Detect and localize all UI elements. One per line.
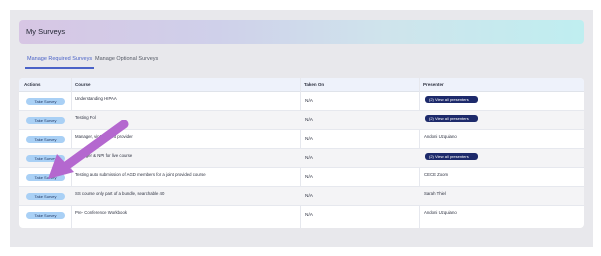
tab-manage-optional-surveys[interactable]: Manage Optional Surveys <box>95 56 158 62</box>
taken-on-value: N/A <box>305 175 313 180</box>
view-all-presenters-button[interactable]: (2) View all presenters <box>425 96 478 103</box>
take-survey-button[interactable]: Take Survey <box>26 193 65 200</box>
table-header: Actions Course Taken On Presenter <box>19 78 584 92</box>
view-all-presenters-button[interactable]: (2) View all presenters <box>425 115 478 122</box>
course-name: Manager, vinSal Joint provider <box>75 134 133 139</box>
course-name: SS course only part of a bundle, searcha… <box>75 191 165 196</box>
course-name: Testing auto submission of AGD members f… <box>75 172 206 177</box>
table-row: Take Survey Manager & NPI for live cours… <box>19 149 584 168</box>
take-survey-button[interactable]: Take Survey <box>26 174 65 181</box>
column-header-actions: Actions <box>24 82 41 87</box>
tab-manage-required-surveys[interactable]: Manage Required Surveys <box>24 56 95 69</box>
course-name: Pre- Conference Workbook <box>75 210 127 215</box>
course-name: Understanding HIPAA <box>75 96 117 101</box>
taken-on-value: N/A <box>305 194 313 199</box>
table-row: Take Survey SS course only part of a bun… <box>19 187 584 206</box>
take-survey-button[interactable]: Take Survey <box>26 212 65 219</box>
take-survey-button[interactable]: Take Survey <box>26 98 65 105</box>
surveys-table: Actions Course Taken On Presenter Take S… <box>19 78 584 228</box>
take-survey-button[interactable]: Take Survey <box>26 117 65 124</box>
view-all-presenters-button[interactable]: (2) View all presenters <box>425 153 478 160</box>
take-survey-button[interactable]: Take Survey <box>26 136 65 143</box>
course-name: Testing Fol <box>75 115 96 120</box>
presenter-name: CECE Zoom <box>424 172 449 177</box>
taken-on-value: N/A <box>305 99 313 104</box>
table-row: Take Survey Testing Fol N/A (2) View all… <box>19 111 584 130</box>
taken-on-value: N/A <box>305 213 313 218</box>
taken-on-value: N/A <box>305 118 313 123</box>
taken-on-value: N/A <box>305 156 313 161</box>
table-row: Take Survey Manager, vinSal Joint provid… <box>19 130 584 149</box>
presenter-name: Andoni Uzquiano <box>424 210 457 215</box>
page-title: My Surveys <box>26 27 66 36</box>
take-survey-button[interactable]: Take Survey <box>26 155 65 162</box>
tab-bar: Manage Required Surveys Manage Optional … <box>19 53 584 69</box>
table-row: Take Survey Understanding HIPAA N/A (2) … <box>19 92 584 111</box>
table-row: Take Survey Pre- Conference Workbook N/A… <box>19 206 584 225</box>
presenter-name: Andoni Uzquiano <box>424 134 457 139</box>
presenter-name: Sarah Thiel <box>424 191 446 196</box>
column-header-presenter: Presenter <box>423 82 444 87</box>
taken-on-value: N/A <box>305 137 313 142</box>
page-header: My Surveys <box>19 20 584 44</box>
table-row: Take Survey Testing auto submission of A… <box>19 168 584 187</box>
course-name: Manager & NPI for live course <box>75 153 133 158</box>
column-header-taken-on: Taken On <box>304 82 325 87</box>
column-header-course: Course <box>75 82 91 87</box>
